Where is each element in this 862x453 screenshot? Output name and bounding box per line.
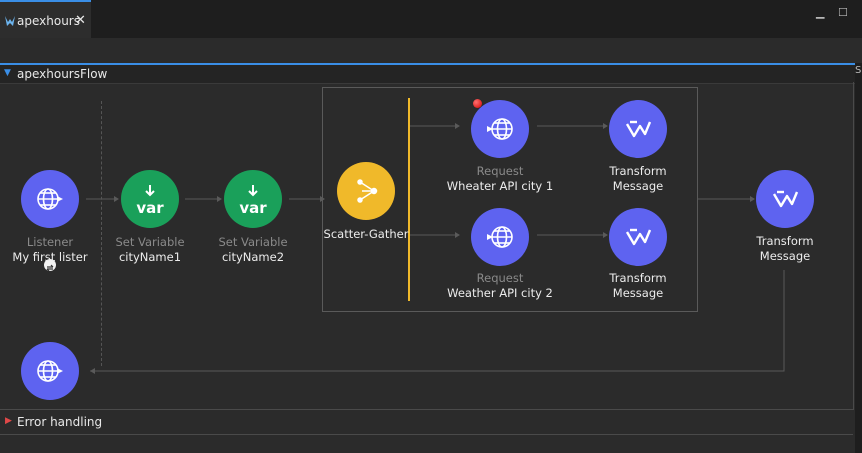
tab-apexhours[interactable]: apexhours ✕	[0, 0, 91, 38]
error-handling-section[interactable]: ▶ Error handling	[0, 410, 853, 435]
transform-line1-3: Transform	[756, 234, 814, 248]
set-variable-label-1: Set Variable cityName1	[100, 235, 200, 265]
request-name-2: Weather API city 2	[447, 286, 553, 300]
transform-line2-1: Message	[612, 179, 664, 193]
request-node-1[interactable]	[471, 100, 529, 158]
tab-label: apexhours	[17, 14, 80, 28]
transform-icon	[625, 228, 652, 246]
transform-label-3: Transform Message	[735, 234, 835, 264]
minimize-icon[interactable]: ▁	[816, 6, 824, 19]
http-globe-icon	[37, 360, 63, 382]
http-globe-icon	[37, 188, 63, 210]
set-variable-name-1: cityName1	[118, 250, 182, 264]
source-divider	[101, 101, 102, 366]
transform-icon	[625, 120, 652, 138]
expand-triangle-icon[interactable]: ▶	[5, 416, 12, 426]
transform-line1-1: Transform	[609, 164, 667, 178]
listener-label: Listener My first lister	[0, 235, 100, 265]
request-label-1: Request Wheater API city 1	[440, 164, 560, 194]
set-variable-type-1: Set Variable	[115, 235, 185, 249]
transform-node-3[interactable]	[756, 170, 814, 228]
listener-type: Listener	[26, 235, 74, 249]
scatter-gather-icon	[357, 179, 378, 203]
transform-node-1[interactable]	[609, 100, 667, 158]
transform-label-2: Transform Message	[588, 271, 688, 301]
response-node[interactable]	[21, 342, 79, 400]
editor-tab-bar: apexhours ✕ ▁ ☐	[0, 0, 862, 38]
request-name-1: Wheater API city 1	[446, 179, 554, 193]
scatter-gather-node[interactable]	[337, 162, 395, 220]
breakpoint-icon[interactable]	[473, 99, 482, 108]
mule-logo-icon	[5, 16, 15, 26]
flow-editor-canvas: S ▼ apexhoursFlow Listener My first list…	[0, 38, 862, 453]
http-request-icon	[487, 118, 513, 140]
set-variable-node-1[interactable]: var	[121, 170, 179, 228]
scatter-gather-label: Scatter-Gather	[316, 227, 416, 242]
var-icon-text: var	[136, 199, 164, 217]
close-tab-icon[interactable]: ✕	[75, 13, 86, 28]
maximize-icon[interactable]: ☐	[838, 6, 848, 19]
listener-name: My first lister	[12, 250, 88, 264]
error-handling-label: Error handling	[17, 415, 103, 429]
var-icon-text: var	[239, 199, 267, 217]
set-variable-node-2[interactable]: var	[224, 170, 282, 228]
scatter-gather-bar	[408, 98, 410, 301]
scatter-gather-name: Scatter-Gather	[323, 227, 409, 241]
http-request-icon	[487, 226, 513, 248]
transform-line2-3: Message	[759, 249, 811, 263]
request-type-1: Request	[476, 164, 524, 178]
set-variable-name-2: cityName2	[221, 250, 285, 264]
transform-node-2[interactable]	[609, 208, 667, 266]
transform-line2-2: Message	[612, 286, 664, 300]
set-variable-type-2: Set Variable	[218, 235, 288, 249]
transform-label-1: Transform Message	[588, 164, 688, 194]
listener-node[interactable]	[21, 170, 79, 228]
request-label-2: Request Weather API city 2	[440, 271, 560, 301]
set-variable-label-2: Set Variable cityName2	[203, 235, 303, 265]
request-node-2[interactable]	[471, 208, 529, 266]
request-type-2: Request	[476, 271, 524, 285]
transform-icon	[772, 190, 799, 208]
transform-line1-2: Transform	[609, 271, 667, 285]
